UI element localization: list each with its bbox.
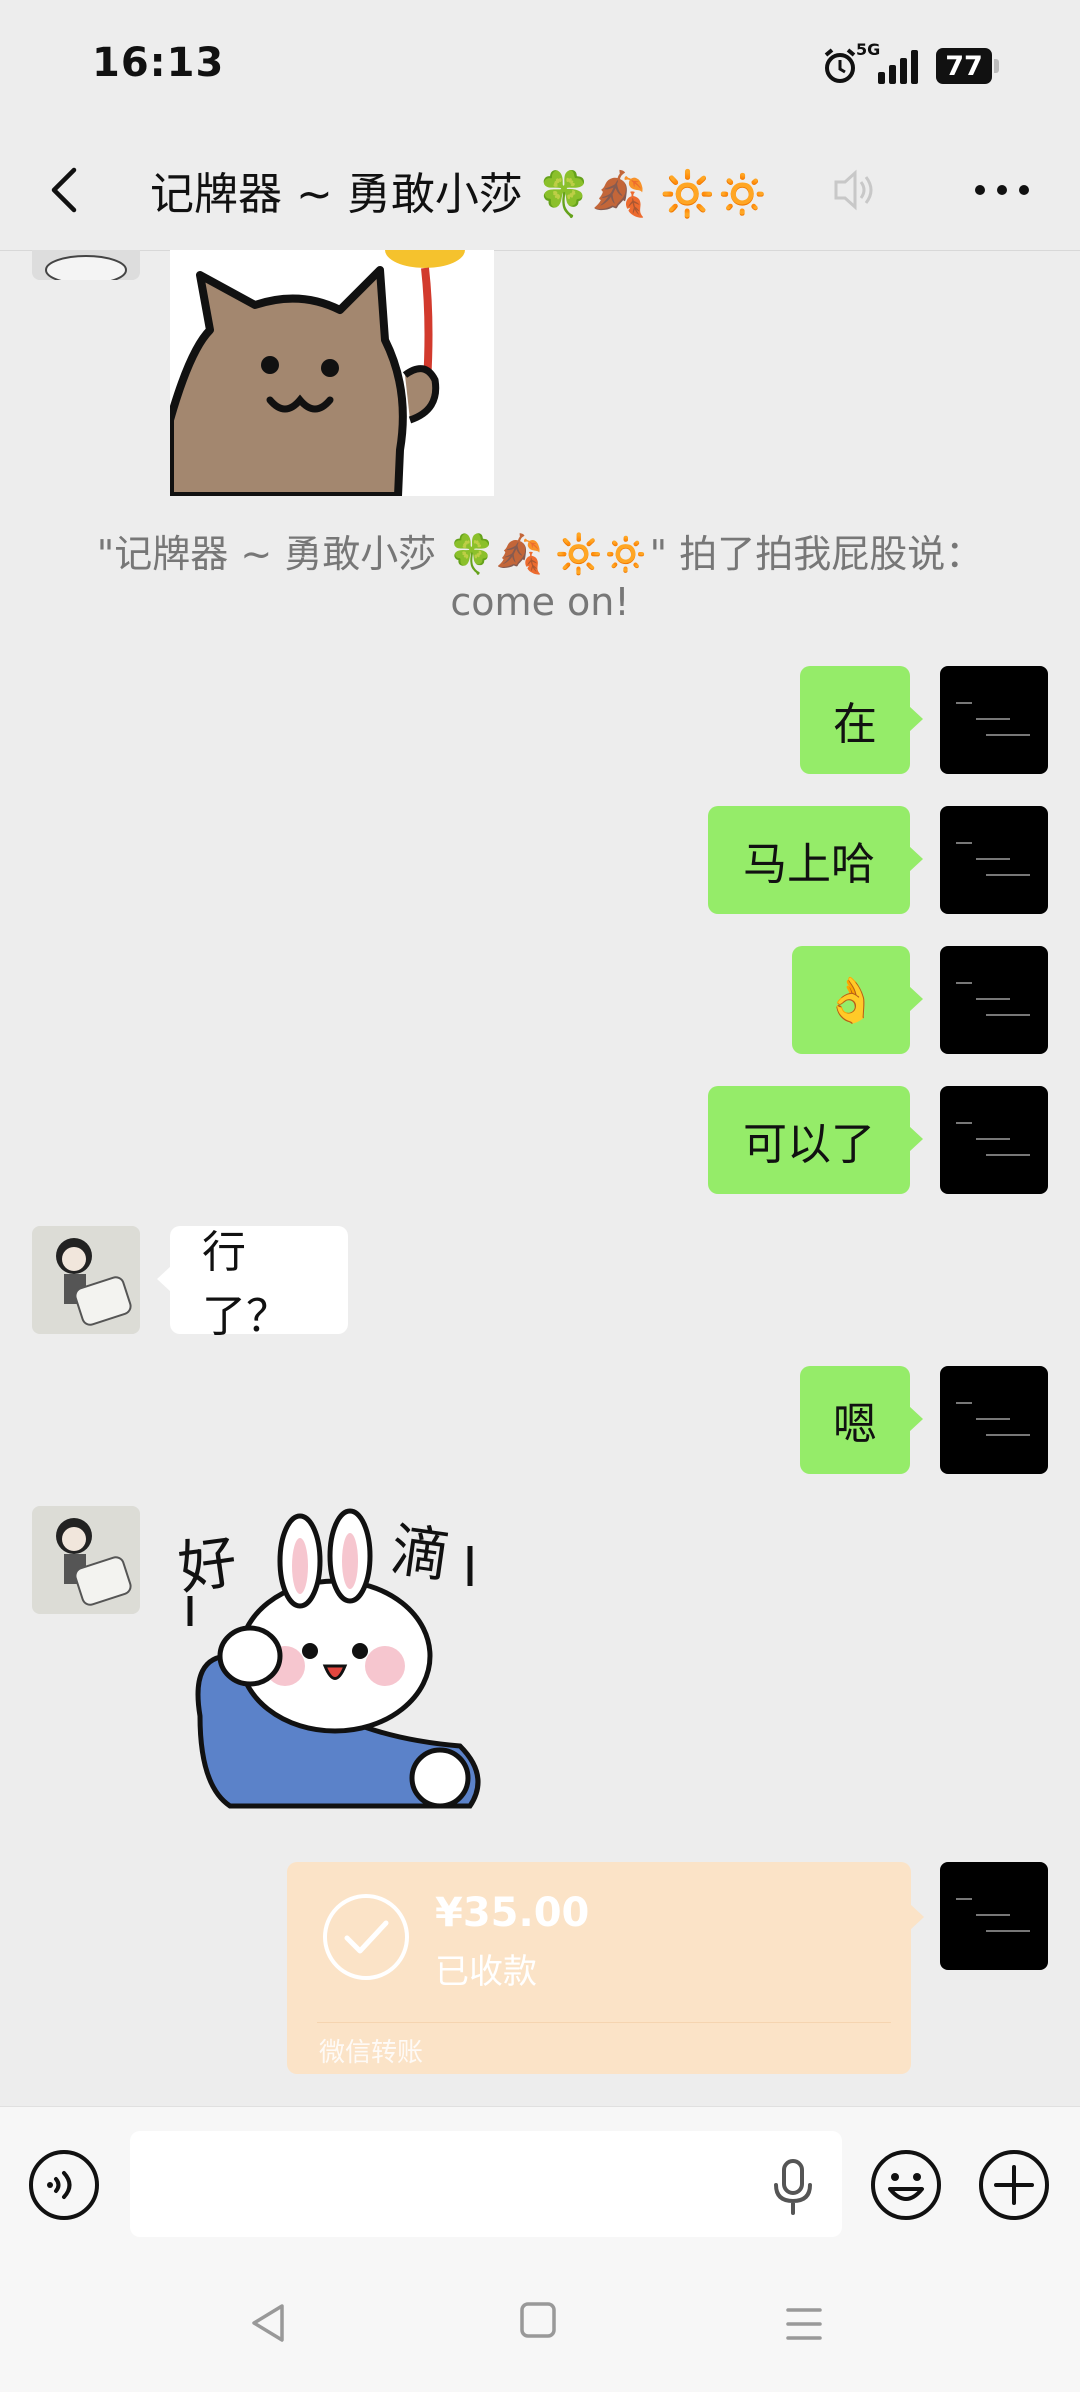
signal-icon: 5G	[856, 40, 918, 84]
plus-icon[interactable]	[978, 2149, 1050, 2221]
message-input[interactable]	[130, 2131, 842, 2237]
voice-input-icon[interactable]	[28, 2149, 100, 2221]
network-type: 5G	[856, 40, 881, 59]
more-icon[interactable]	[970, 164, 1034, 216]
avatar[interactable]	[32, 1226, 140, 1334]
avatar[interactable]	[32, 1506, 140, 1614]
emoji-icon[interactable]	[870, 2149, 942, 2221]
transfer-amount: ¥35.00	[435, 1890, 590, 1936]
alarm-icon	[824, 48, 856, 83]
incoming-message[interactable]: 行了？	[157, 1226, 348, 1342]
outgoing-message[interactable]: 在	[800, 666, 923, 774]
battery-icon: 77	[936, 48, 999, 84]
system-navigation-bar	[0, 2256, 1080, 2392]
my-avatar[interactable]	[940, 1366, 1048, 1474]
system-home-icon[interactable]	[518, 2300, 558, 2340]
system-menu-icon[interactable]	[784, 2304, 824, 2344]
speaker-icon	[834, 169, 873, 211]
transfer-status: 已收款	[435, 1952, 537, 1992]
microphone-icon[interactable]	[770, 2157, 816, 2217]
my-avatar[interactable]	[940, 666, 1048, 774]
divider	[317, 2022, 891, 2023]
back-arrow-icon[interactable]	[36, 158, 92, 222]
input-bar	[0, 2106, 1080, 2257]
chat-header: 记牌器 ~ 勇敢小莎 🍀🍂 🔆🔅	[0, 130, 1080, 251]
cat-balloon-sticker[interactable]	[170, 250, 494, 496]
sticker-text-hao: 好	[174, 1527, 242, 1603]
rabbit-sticker[interactable]: 好 滴	[170, 1506, 500, 1826]
status-time: 16:13	[92, 40, 225, 86]
outgoing-message[interactable]: 马上哈	[708, 806, 923, 914]
transfer-source: 微信转账	[319, 2038, 424, 2068]
status-bar: 16:13 5G 77	[0, 0, 1080, 130]
my-avatar[interactable]	[940, 1862, 1048, 1970]
sticker-text-di: 滴	[386, 1515, 454, 1591]
my-avatar[interactable]	[940, 946, 1048, 1054]
outgoing-message[interactable]: 👌	[792, 946, 923, 1054]
system-back-icon[interactable]	[246, 2300, 292, 2346]
transfer-card[interactable]: ¥35.00 已收款 微信转账	[287, 1862, 924, 2074]
status-icons: 5G 77	[820, 40, 999, 92]
outgoing-message[interactable]: 嗯	[800, 1366, 923, 1474]
check-circle-icon	[323, 1894, 409, 1980]
my-avatar[interactable]	[940, 806, 1048, 914]
battery-level: 77	[945, 50, 983, 82]
outgoing-message[interactable]: 可以了	[708, 1086, 923, 1194]
chat-title: 记牌器 ~ 勇敢小莎 🍀🍂 🔆🔅	[150, 169, 770, 220]
system-message: "记牌器 ~ 勇敢小莎 🍀🍂 🔆🔅" 拍了拍我屁股说：come on!	[96, 532, 984, 624]
my-avatar[interactable]	[940, 1086, 1048, 1194]
